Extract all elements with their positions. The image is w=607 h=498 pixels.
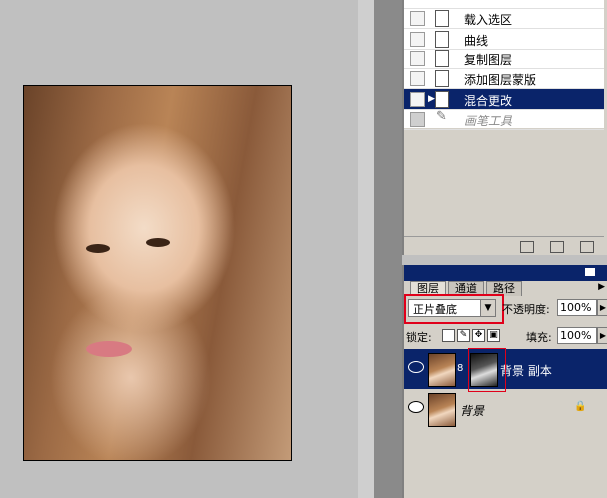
eye-icon[interactable] (408, 361, 424, 373)
history-snapshot-checkbox[interactable] (410, 51, 425, 66)
panel-menu-arrow-icon[interactable]: ▶ (598, 282, 605, 292)
document-icon (435, 10, 449, 27)
fill-slider-arrow-icon[interactable]: ▶ (597, 327, 607, 344)
history-item[interactable]: 添加图层蒙版 (404, 68, 604, 89)
lock-position-icon[interactable]: ✥ (472, 329, 485, 342)
history-snapshot-checkbox[interactable] (410, 32, 425, 47)
history-brush-source-checkbox[interactable] (410, 112, 425, 127)
photo-canvas[interactable] (23, 85, 292, 461)
lock-all-icon[interactable]: ▣ (487, 329, 500, 342)
opacity-input[interactable]: 100% (557, 299, 597, 316)
photo-eye-left (86, 244, 110, 253)
lock-image-icon[interactable]: ✎ (457, 329, 470, 342)
layers-tabs: 图层 通道 路径 ▶ (404, 281, 607, 296)
history-item-label: 曲线 (464, 34, 489, 48)
panel-dock-separator (374, 0, 402, 498)
history-list: 载入选区 曲线 复制图层 添加图层蒙版 ▶ 混合更改 ✎ 画笔工具 (404, 0, 604, 130)
document-icon (435, 91, 449, 108)
layer-thumbnail[interactable] (428, 353, 456, 387)
history-panel: 载入选区 曲线 复制图层 添加图层蒙版 ▶ 混合更改 ✎ 画笔工具 (402, 0, 607, 255)
fill-label: 填充: (526, 331, 552, 344)
fill-input[interactable]: 100% (557, 327, 597, 344)
layer-name[interactable]: 背景 副本 (500, 362, 552, 379)
brush-icon: ✎ (436, 109, 447, 124)
history-item-label: 复制图层 (464, 53, 513, 67)
history-item-selected[interactable]: ▶ 混合更改 (404, 89, 604, 110)
eye-icon[interactable] (408, 401, 424, 413)
history-item[interactable]: 复制图层 (404, 48, 604, 69)
opacity-slider-arrow-icon[interactable]: ▶ (597, 299, 607, 316)
layer-thumbnail[interactable] (428, 393, 456, 427)
history-state-arrow-icon: ▶ (428, 94, 435, 104)
history-item[interactable]: 曲线 (404, 29, 604, 50)
minimize-icon[interactable] (585, 268, 595, 276)
blend-mode-annotation-box (404, 294, 504, 324)
trash-icon[interactable] (580, 241, 594, 253)
document-icon (435, 31, 449, 48)
history-footer (404, 236, 604, 255)
lock-icon: 🔒 (574, 401, 587, 412)
photo-eye-right (146, 238, 170, 247)
history-item-label: 混合更改 (464, 94, 513, 108)
history-item-disabled[interactable]: ✎ 画笔工具 (404, 109, 604, 130)
layer-name[interactable]: 背景 (460, 402, 484, 419)
layer-row[interactable]: 背景 🔒 (404, 389, 607, 429)
history-item[interactable]: 载入选区 (404, 8, 604, 29)
history-snapshot-checkbox[interactable] (410, 92, 425, 107)
opacity-label: 不透明度: (502, 303, 550, 316)
lock-transparency-icon[interactable] (442, 329, 455, 342)
canvas-area[interactable] (0, 0, 358, 498)
new-snapshot-icon[interactable] (520, 241, 534, 253)
layers-titlebar[interactable] (404, 265, 607, 281)
history-item-label: 添加图层蒙版 (464, 73, 537, 87)
history-item-label: 画笔工具 (464, 114, 513, 128)
history-snapshot-checkbox[interactable] (410, 71, 425, 86)
photo-lips (86, 341, 132, 357)
document-icon (435, 50, 449, 67)
new-document-icon[interactable] (550, 241, 564, 253)
layers-panel: 图层 通道 路径 ▶ 正片叠底 ▼ 不透明度: 100% ▶ 锁定: ✎ ✥ ▣… (402, 265, 607, 498)
document-icon (435, 70, 449, 87)
mask-annotation-box (468, 348, 506, 392)
chain-link-icon[interactable]: 8 (457, 363, 463, 374)
history-snapshot-checkbox[interactable] (410, 11, 425, 26)
canvas-scroll-edge (358, 0, 374, 498)
lock-label: 锁定: (406, 331, 432, 344)
history-item-label: 载入选区 (464, 13, 513, 27)
